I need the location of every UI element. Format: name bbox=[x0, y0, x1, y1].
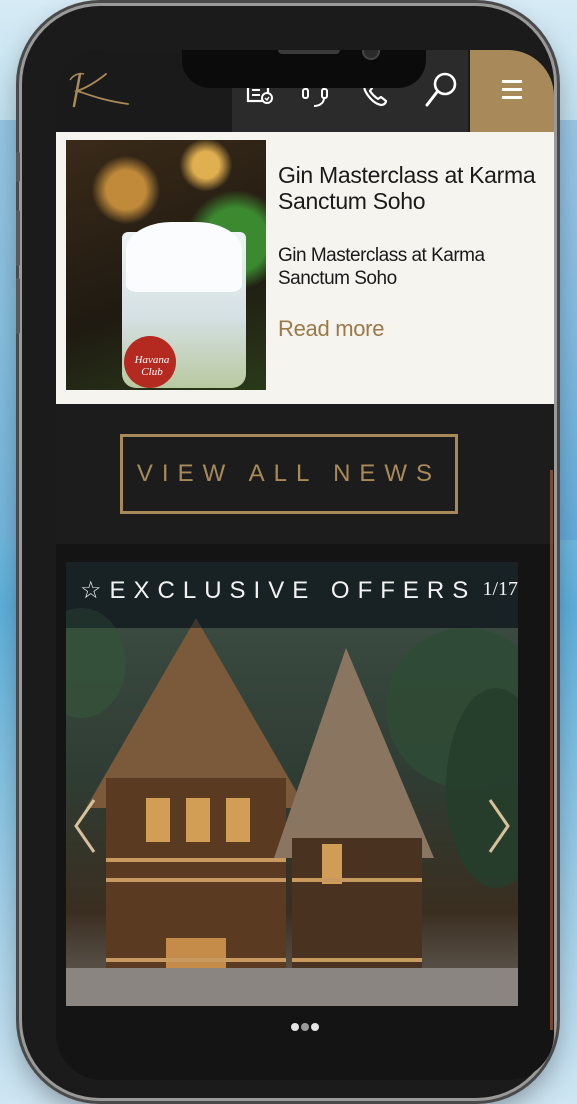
side-button bbox=[16, 278, 20, 334]
carousel-dot[interactable] bbox=[291, 1023, 299, 1031]
phone-notch bbox=[182, 50, 426, 88]
balcony-rail bbox=[292, 878, 422, 882]
phone-frame: Havana Club Gin Masterclass at Karma San… bbox=[16, 6, 554, 1098]
offers-title: ☆EXCLUSIVE OFFERS bbox=[80, 577, 477, 604]
carousel-dots bbox=[56, 1018, 554, 1036]
news-card[interactable]: Havana Club Gin Masterclass at Karma San… bbox=[56, 132, 554, 404]
offers-header: ☆EXCLUSIVE OFFERS 1/17 bbox=[66, 562, 518, 628]
bottle-label-text: Havana Club bbox=[134, 354, 170, 378]
front-camera bbox=[362, 50, 380, 60]
ground bbox=[66, 968, 518, 1006]
prev-arrow-icon[interactable] bbox=[70, 796, 100, 856]
news-image[interactable]: Havana Club bbox=[66, 140, 266, 390]
balcony-rail bbox=[106, 858, 286, 862]
next-arrow-icon[interactable] bbox=[484, 796, 514, 856]
hut-window bbox=[226, 798, 250, 842]
balcony-rail bbox=[106, 958, 286, 962]
read-more-link[interactable]: Read more bbox=[278, 316, 384, 342]
karma-logo[interactable] bbox=[66, 70, 132, 110]
speaker-grille bbox=[278, 50, 340, 54]
hut-window bbox=[146, 798, 170, 842]
scroll-indicator bbox=[550, 470, 553, 1030]
star-icon: ☆ bbox=[80, 577, 110, 604]
search-icon[interactable] bbox=[422, 70, 460, 110]
side-button bbox=[16, 210, 20, 266]
hut-window bbox=[186, 798, 210, 842]
phone-screen: Havana Club Gin Masterclass at Karma San… bbox=[56, 50, 554, 1080]
exclusive-offers-carousel: ☆EXCLUSIVE OFFERS 1/17 bbox=[66, 562, 518, 1006]
news-description: Gin Masterclass at Karma Sanctum Soho bbox=[278, 245, 485, 289]
menu-button[interactable] bbox=[470, 50, 554, 132]
side-button bbox=[16, 152, 20, 182]
carousel-dot[interactable] bbox=[301, 1023, 309, 1031]
balcony-rail bbox=[106, 878, 286, 882]
news-title[interactable]: Gin Masterclass at Karma Sanctum Soho bbox=[278, 162, 538, 214]
offers-counter: 1/17 bbox=[482, 578, 518, 600]
carousel-dot[interactable] bbox=[311, 1023, 319, 1031]
crushed-ice bbox=[126, 222, 242, 292]
view-all-news-button[interactable]: VIEW ALL NEWS bbox=[120, 434, 458, 514]
offer-image[interactable] bbox=[66, 608, 518, 1006]
balcony-rail bbox=[292, 958, 422, 962]
